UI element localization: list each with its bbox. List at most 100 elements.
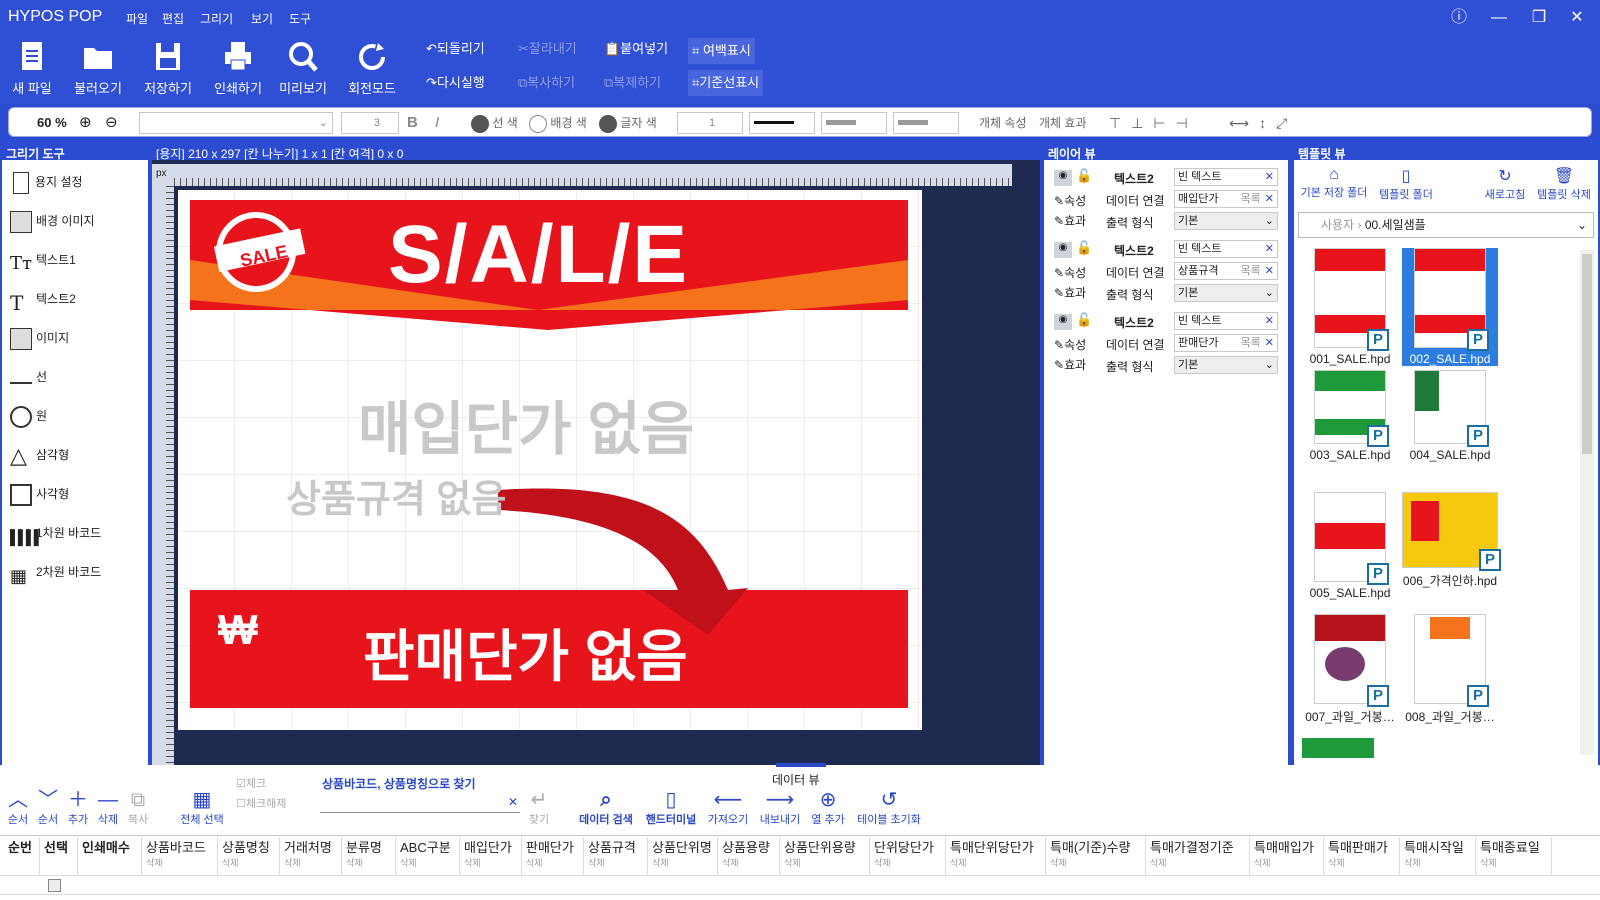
template-scrollbar[interactable] [1580,250,1594,755]
line-width-select[interactable]: 1 [677,112,743,134]
bg-color-button[interactable]: 배경 색 [529,113,587,133]
layer-item[interactable]: ◉ 🔓 ✎속성 ✎효과 텍스트2 빈 텍스트 ✕ 데이터 연결 판매단가 ✕ 목록 출… [1048,310,1284,380]
tool-paper-setup[interactable]: 용지 설정 [10,168,83,196]
column-delete-link[interactable]: 삭제 [346,856,395,869]
tool-text2[interactable]: T 텍스트2 [10,285,76,315]
object-properties-button[interactable]: 개체 속성 [979,113,1027,133]
column-delete-link[interactable]: 삭제 [146,856,217,869]
clear-icon[interactable]: ✕ [1265,313,1277,329]
output-format-select[interactable]: 기본 ⌄ [1174,212,1278,230]
column-delete-link[interactable]: 삭제 [1150,856,1249,869]
info-icon[interactable]: ⓘ [1447,6,1471,30]
cut-button[interactable]: ✂잘라내기 [514,36,581,62]
column-header[interactable]: 특매종료일 삭제 [1476,837,1552,875]
distribute-icons[interactable]: ⟷↕⤢ [1229,113,1297,133]
column-delete-link[interactable]: 삭제 [652,856,717,869]
column-delete-link[interactable]: 삭제 [1480,856,1551,869]
text-color-button[interactable]: 글자 색 [599,113,657,133]
template-item[interactable]: P 001_SALE.hpd [1302,248,1398,366]
object-effect-button[interactable]: 개체 효과 [1039,113,1087,133]
layer-text-input[interactable]: 빈 텍스트 ✕ [1174,168,1278,186]
column-header[interactable]: 분류명 삭제 [342,837,396,875]
template-item[interactable]: P 003_SALE.hpd [1302,370,1398,462]
purchase-price-text[interactable]: 매입단가 없음 [358,382,694,466]
column-delete-link[interactable]: 삭제 [1404,856,1475,869]
tool-rectangle[interactable]: 사각형 [10,480,69,508]
delete-template-button[interactable]: 🗑 템플릿 삭제 [1534,166,1594,202]
column-header[interactable]: 매입단가 삭제 [460,837,522,875]
line-color-button[interactable]: 선 색 [471,113,518,133]
eye-icon[interactable]: ◉ [1054,314,1072,330]
column-delete-link[interactable]: 삭제 [950,856,1045,869]
spec-text[interactable]: 상품규격 없음 [286,468,506,523]
tool-line[interactable]: 선 [10,363,47,391]
minimize-icon[interactable]: — [1487,6,1511,30]
template-folder-button[interactable]: ▯ 템플릿 폴더 [1374,166,1438,202]
column-header[interactable]: 상품용량 삭제 [718,837,780,875]
row-checkbox[interactable] [48,879,61,892]
tool-circle[interactable]: 원 [10,402,47,430]
eye-icon[interactable]: ◉ [1054,170,1072,186]
column-delete-link[interactable]: 삭제 [222,856,279,869]
clear-icon[interactable]: ✕ [1265,191,1277,207]
column-header[interactable]: 상품단위명 삭제 [648,837,718,875]
new-file-button[interactable]: 새 파일 [8,40,56,97]
column-delete-link[interactable]: 삭제 [784,856,869,869]
menu-edit[interactable]: 편집 [162,10,184,27]
italic-icon[interactable]: I [435,113,439,133]
column-delete-link[interactable]: 삭제 [588,856,647,869]
tool-text1[interactable]: Tт 텍스트1 [10,246,76,274]
tool-image[interactable]: 이미지 [10,324,69,352]
bold-icon[interactable]: B [407,113,418,133]
template-path-select[interactable]: 사용자 › 00.세일샘플 ⌄ [1298,212,1594,238]
guideline-toggle[interactable]: ⌗기준선표시 [688,70,764,96]
data-link-input[interactable]: 판매단가 ✕ 목록 [1174,334,1278,352]
layer-text-input[interactable]: 빈 텍스트 ✕ [1174,240,1278,258]
clear-icon[interactable]: ✕ [1265,263,1277,279]
column-delete-link[interactable]: 삭제 [1254,856,1323,869]
template-item[interactable]: P 006_가격인하.hpd [1402,492,1501,589]
layer-effect[interactable]: ✎효과 [1054,284,1086,301]
column-header[interactable]: 판매단가 삭제 [522,837,584,875]
tool-bg-image[interactable]: 배경 이미지 [10,207,95,235]
zoom-out-icon[interactable]: ⊖ [105,113,118,133]
column-header[interactable]: 순번 [4,837,40,875]
column-header[interactable]: 단위당단가 삭제 [870,837,946,875]
margin-toggle[interactable]: ⌗ 여백표시 [688,38,755,64]
copy-button[interactable]: ⧉복사하기 [514,70,579,96]
table-row[interactable] [0,875,1600,895]
column-header[interactable]: 인쇄매수 [78,837,142,875]
output-format-select[interactable]: 기본 ⌄ [1174,284,1278,302]
print-button[interactable]: 인쇄하기 [210,40,266,97]
open-button[interactable]: 불러오기 [70,40,126,97]
layer-item[interactable]: ◉ 🔓 ✎속성 ✎효과 텍스트2 빈 텍스트 ✕ 데이터 연결 상품규격 ✕ 목록 출… [1048,238,1284,308]
lock-icon[interactable]: 🔓 [1076,312,1092,328]
column-delete-link[interactable]: 삭제 [284,856,341,869]
template-item[interactable]: P 008_과일_거봉… [1402,614,1498,725]
scrollbar-thumb[interactable] [1582,254,1592,454]
layer-properties[interactable]: ✎속성 [1054,264,1086,281]
template-item-selected[interactable]: P 002_SALE.hpd [1402,248,1498,366]
rotate-button[interactable]: 회전모드 [344,40,400,97]
close-icon[interactable]: ✕ [1565,6,1589,30]
column-header[interactable]: 특매(기준)수량 삭제 [1046,837,1146,875]
column-delete-link[interactable]: 삭제 [400,856,459,869]
column-delete-link[interactable]: 삭제 [1050,856,1145,869]
default-folder-button[interactable]: ⌂ 기본 저장 폴더 [1298,166,1370,200]
layer-text-input[interactable]: 빈 텍스트 ✕ [1174,312,1278,330]
restore-icon[interactable]: ❐ [1527,6,1551,30]
line-dash-select[interactable] [821,112,887,134]
list-button[interactable]: 목록 [1241,263,1265,279]
column-header[interactable]: 특매시작일 삭제 [1400,837,1476,875]
column-header[interactable]: 상품명칭 삭제 [218,837,280,875]
column-header[interactable]: 거래처명 삭제 [280,837,342,875]
output-format-select[interactable]: 기본 ⌄ [1174,356,1278,374]
column-header[interactable]: ABC구분 삭제 [396,837,460,875]
clear-icon[interactable]: ✕ [1265,241,1277,257]
undo-button[interactable]: ↶되돌리기 [422,36,489,62]
fill-style-select[interactable] [893,112,959,134]
list-button[interactable]: 목록 [1241,335,1265,351]
pop-paper[interactable]: SALE S/A/L/E 매입단가 없음 상품규격 없음 ₩ 판매단가 없음 [178,190,922,730]
column-delete-link[interactable]: 삭제 [464,856,521,869]
column-header[interactable]: 상품단위용량 삭제 [780,837,870,875]
